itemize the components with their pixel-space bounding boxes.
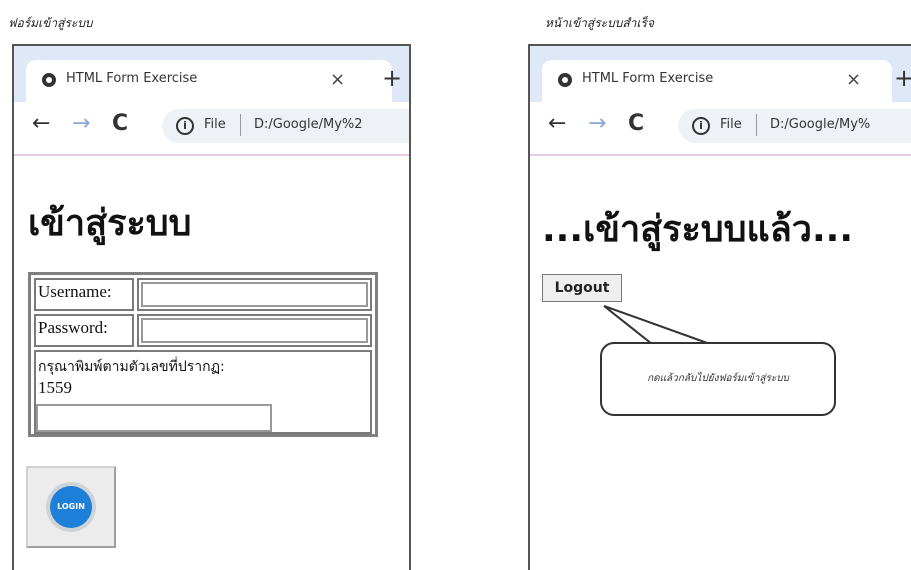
captcha-code: 1559 [38,378,72,397]
tab-title: HTML Form Exercise [66,71,198,86]
new-tab-icon[interactable]: + [894,65,911,91]
login-form-table: Username: Password: กรุณาพิมพ์ตามตัวเลขท… [28,272,378,437]
reload-icon[interactable]: C [112,111,128,137]
page-content: ...เข้าสู่ระบบแล้ว... Logout กดแล้วกลับไ… [530,156,911,570]
file-label: File [720,117,742,132]
reload-icon[interactable]: C [628,111,644,137]
login-button[interactable]: LOGIN [26,466,116,548]
tab-strip: HTML Form Exercise × + [530,46,911,102]
back-icon[interactable]: ← [548,111,566,137]
address-bar[interactable]: i File D:/Google/My%2 [162,109,409,143]
new-tab-icon[interactable]: + [382,65,402,91]
page-title: ...เข้าสู่ระบบแล้ว... [542,209,854,250]
password-label-cell: Password: [34,314,134,347]
logout-button[interactable]: Logout [542,274,622,302]
captcha-prompt: กรุณาพิมพ์ตามตัวเลขที่ปรากฏ: [38,359,225,375]
globe-icon [558,73,572,87]
page-content: เข้าสู่ระบบ Username: Password: กรุณาพิม… [14,156,409,570]
login-button-icon: LOGIN [46,482,96,532]
captcha-input[interactable] [36,404,272,432]
left-caption: ฟอร์มเข้าสู่ระบบ [8,16,93,30]
forward-icon[interactable]: → [588,111,606,137]
username-input[interactable] [141,282,368,307]
password-input-cell [137,314,372,347]
address-separator [240,114,241,136]
address-bar[interactable]: i File D:/Google/My% [678,109,911,143]
login-browser-window: HTML Form Exercise × + ← → C i File D:/G… [12,44,411,570]
info-icon[interactable]: i [176,117,194,135]
url-text[interactable]: D:/Google/My%2 [254,117,363,132]
close-tab-icon[interactable]: × [846,69,861,90]
login-button-label: LOGIN [50,486,92,528]
success-browser-window: HTML Form Exercise × + ← → C i File D:/G… [528,44,911,570]
browser-tab[interactable]: HTML Form Exercise × [26,60,392,102]
back-icon[interactable]: ← [32,111,50,137]
browser-toolbar: ← → C i File D:/Google/My% [530,102,911,156]
password-input[interactable] [141,318,368,343]
close-tab-icon[interactable]: × [330,69,345,90]
info-icon[interactable]: i [692,117,710,135]
file-label: File [204,117,226,132]
browser-tab[interactable]: HTML Form Exercise × [542,60,892,102]
username-input-cell [137,278,372,311]
url-text[interactable]: D:/Google/My% [770,117,870,132]
right-caption: หน้าเข้าสู่ระบบสำเร็จ [545,16,654,30]
callout-bubble: กดแล้วกลับไปยังฟอร์มเข้าสู่ระบบ [600,342,836,416]
username-label-cell: Username: [34,278,134,311]
password-label: Password: [38,318,108,337]
forward-icon[interactable]: → [72,111,90,137]
tab-title: HTML Form Exercise [582,71,714,86]
callout-text: กดแล้วกลับไปยังฟอร์มเข้าสู่ระบบ [647,373,789,384]
globe-icon [42,73,56,87]
username-label: Username: [38,282,112,301]
captcha-cell: กรุณาพิมพ์ตามตัวเลขที่ปรากฏ: 1559 [34,350,372,434]
browser-toolbar: ← → C i File D:/Google/My%2 [14,102,409,156]
address-separator [756,114,757,136]
page-title: เข้าสู่ระบบ [28,203,192,244]
tab-strip: HTML Form Exercise × + [14,46,409,102]
